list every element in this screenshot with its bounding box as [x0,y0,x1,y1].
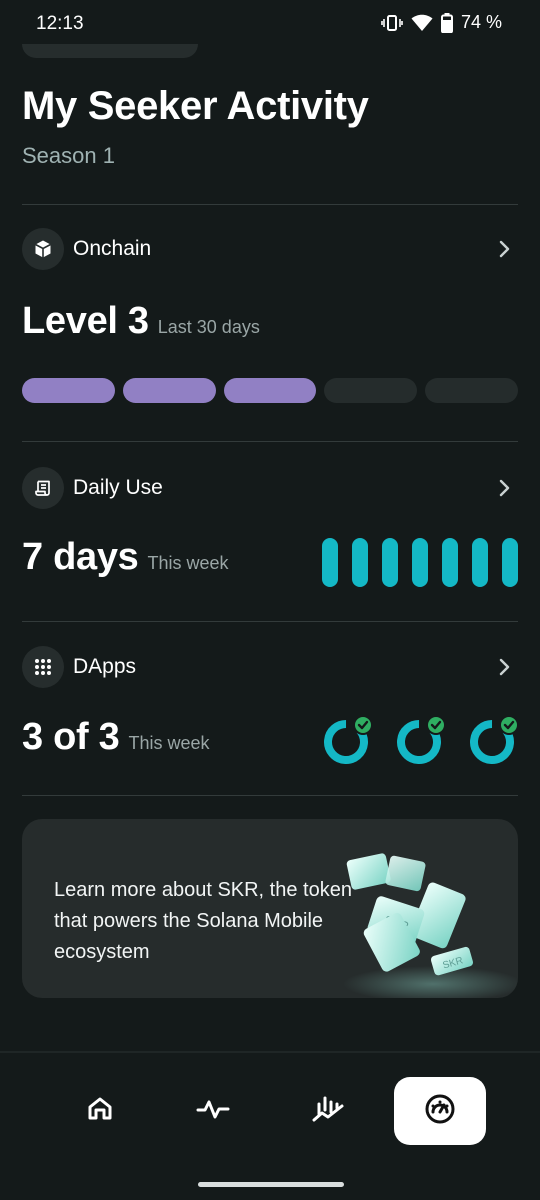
section-onchain-label: Onchain [73,237,152,260]
season-label: Season 1 [22,143,115,168]
cube-icon [22,228,64,270]
status-bar: 12:13 74 % [0,0,540,48]
dapp-progress-ring [395,714,446,764]
scroll-icon [22,467,64,509]
level-segment [223,378,317,403]
chevron-right-icon [498,658,510,681]
day-pill [352,538,368,587]
day-pill [322,538,338,587]
level-progress [22,378,518,403]
onchain-level: Level 3 [22,300,149,342]
divider [22,441,518,442]
day-pill [472,538,488,587]
gauge-icon [424,1093,456,1130]
chevron-right-icon [498,479,510,502]
divider [22,621,518,622]
daily-use-period: This week [147,553,229,573]
dapp-progress-ring [468,714,519,764]
skr-promo-card[interactable]: Learn more about SKR, the token that pow… [22,819,518,998]
sheet-handle [22,44,198,58]
activity-icon [196,1094,230,1129]
dapps-metric: 3 of 3 This week [22,716,209,759]
dapp-progress-ring [322,714,373,764]
page-title: My Seeker Activity [22,84,369,128]
daily-use-week [322,538,518,587]
section-onchain-header[interactable]: Onchain [22,228,518,270]
section-daily-use-header[interactable]: Daily Use [22,467,518,509]
bottom-navigation [0,1053,540,1168]
home-icon [85,1094,115,1129]
wifi-icon [411,14,433,32]
dapps-progress [322,714,519,764]
battery-icon [440,12,453,33]
nav-activity[interactable] [167,1077,259,1145]
section-daily-use-label: Daily Use [73,476,163,499]
status-icons: 74 % [381,12,502,33]
vibrate-icon [381,14,403,32]
daily-use-metric: 7 days This week [22,536,229,579]
chevron-right-icon [498,240,510,263]
skr-tokens-illustration: SKR SKR [318,819,518,998]
check-icon [353,715,373,735]
check-icon [426,715,446,735]
divider [22,795,518,796]
divider [22,204,518,205]
chart-icon [311,1094,345,1129]
level-segment [425,378,518,403]
section-dapps-header[interactable]: DApps [22,646,518,688]
grid-icon [22,646,64,688]
day-pill [382,538,398,587]
status-time: 12:13 [36,13,84,34]
level-segment [324,378,418,403]
onchain-period: Last 30 days [157,317,260,337]
section-dapps-label: DApps [73,655,137,678]
day-pill [412,538,428,587]
dapps-count: 3 of 3 [22,716,120,758]
nav-home[interactable] [54,1077,146,1145]
daily-use-days: 7 days [22,536,139,578]
dapps-period: This week [128,733,210,753]
day-pill [502,538,518,587]
level-segment [122,378,216,403]
nav-activity-meter[interactable] [394,1077,486,1145]
gesture-handle [198,1182,344,1187]
check-icon [499,715,519,735]
level-segment [22,378,115,403]
battery-percent: 74 % [460,12,502,32]
day-pill [442,538,458,587]
onchain-metric: Level 3 Last 30 days [22,300,260,343]
promo-text: Learn more about SKR, the token that pow… [54,879,352,963]
nav-stats[interactable] [282,1077,374,1145]
